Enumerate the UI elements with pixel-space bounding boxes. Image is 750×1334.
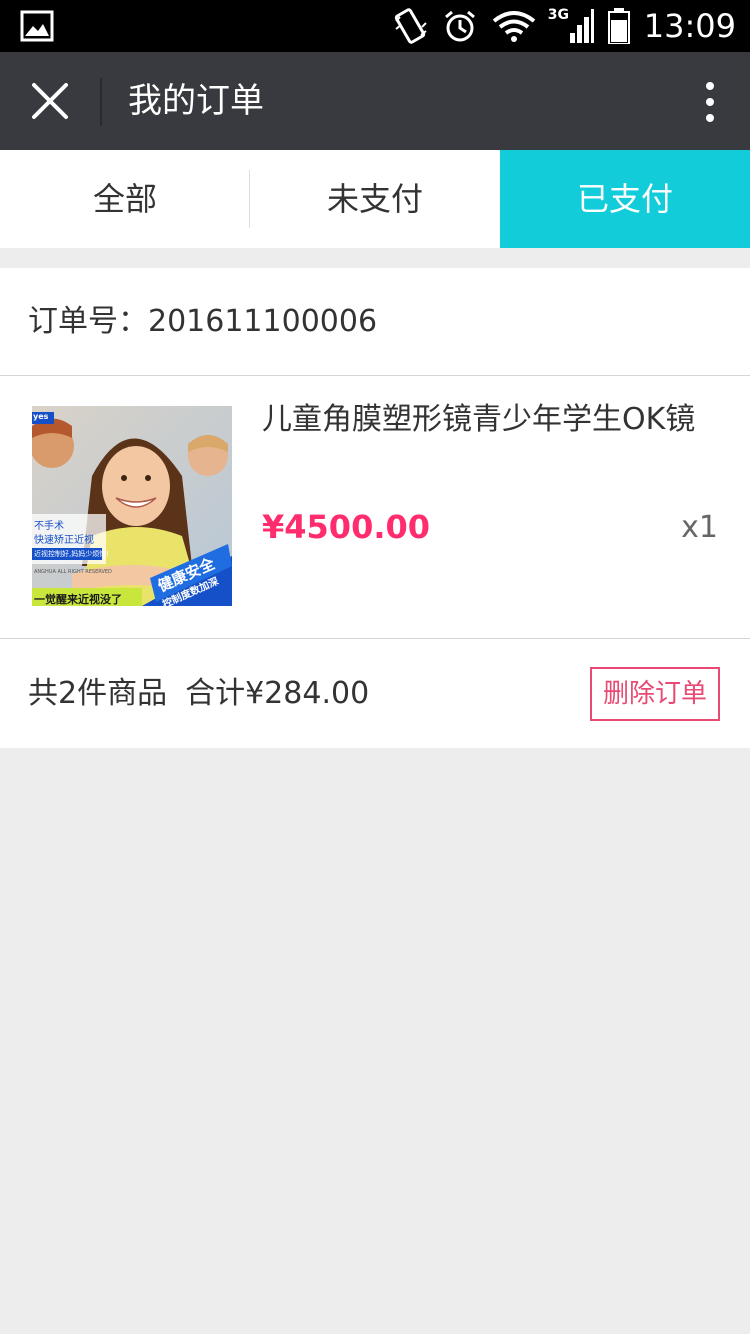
vibrate-icon — [394, 7, 428, 45]
nav-divider — [100, 78, 102, 126]
tab-paid[interactable]: 已支付 — [500, 150, 750, 248]
product-image-bottom: 一觉醒来近视没了 — [34, 593, 122, 606]
page-title: 我的订单 — [128, 81, 264, 121]
product-image[interactable]: yes 不手术 快速矫正近视 近视控制好,妈妈少烦恼! ANGHUA ALL R… — [32, 406, 232, 606]
nav-bar: 我的订单 — [0, 52, 750, 150]
product-image-text-1: 不手术 — [34, 521, 64, 532]
product-image-badge: yes — [33, 412, 49, 421]
order-card: 订单号：201611100006 yes 不手术 快速矫正近视 近视控制好,妈妈… — [0, 268, 750, 748]
battery-icon — [607, 8, 630, 44]
clock: 13:09 — [643, 7, 736, 45]
delete-order-button[interactable]: 删除订单 — [590, 667, 720, 721]
status-bar: 3G 13:09 — [0, 0, 750, 52]
divider — [0, 375, 750, 376]
order-number: 订单号：201611100006 — [28, 304, 378, 339]
gallery-icon — [20, 10, 54, 42]
close-icon[interactable] — [28, 79, 72, 123]
order-tabs: 全部 未支付 已支付 — [0, 150, 750, 248]
wifi-icon — [492, 9, 536, 43]
product-quantity: x1 — [681, 510, 718, 545]
product-name[interactable]: 儿童角膜塑形镜青少年学生OK镜 — [262, 394, 695, 438]
product-image-text-3: 近视控制好,妈妈少烦恼! — [34, 550, 110, 558]
product-image-text-4: ANGHUA ALL RIGHT RESERVED — [34, 569, 112, 575]
product-image-text-2: 快速矫正近视 — [34, 535, 94, 546]
alarm-icon — [442, 8, 478, 44]
tab-unpaid[interactable]: 未支付 — [250, 150, 500, 248]
order-total: 合计¥284.00 — [185, 676, 370, 711]
product-price: ¥4500.00 — [262, 508, 431, 546]
tab-all[interactable]: 全部 — [0, 150, 250, 248]
more-vertical-icon[interactable] — [704, 80, 716, 124]
signal-icon: 3G — [547, 7, 594, 43]
network-type: 3G — [547, 7, 570, 23]
item-count: 共2件商品 — [28, 676, 168, 711]
order-summary: 共2件商品 合计¥284.00 — [28, 639, 369, 749]
